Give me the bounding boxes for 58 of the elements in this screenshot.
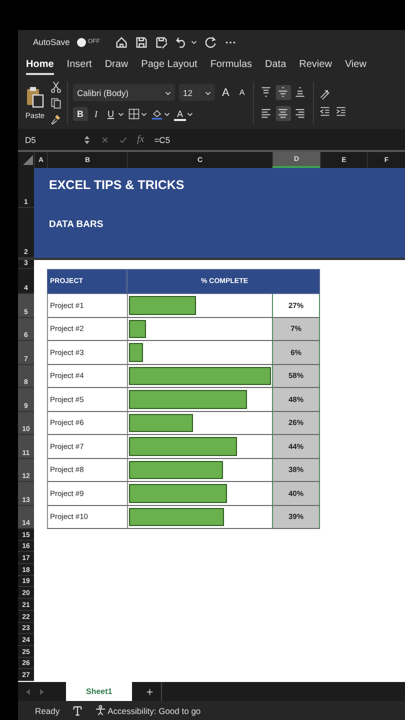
shrink-font-button[interactable]: A: [236, 87, 248, 98]
ribbon-tab[interactable]: Review: [299, 56, 332, 74]
align-lines-icon: [260, 107, 272, 119]
ribbon-tab[interactable]: Page Layout: [141, 56, 198, 74]
align-lines-icon: [294, 86, 306, 98]
text-orientation-icon[interactable]: [318, 88, 331, 100]
caret-icon: [165, 90, 171, 96]
align-lines-icon: [277, 86, 290, 98]
caret-icon: [205, 90, 211, 96]
font-name-dropdown[interactable]: Calibri (Body): [73, 84, 175, 101]
autosave-label: AutoSave: [33, 37, 70, 47]
decrease-indent-icon[interactable]: [318, 104, 331, 116]
formula-field[interactable]: =C5: [154, 134, 170, 144]
undo-icon[interactable]: [174, 36, 188, 48]
ribbon-tab[interactable]: Draw: [104, 56, 128, 74]
caret-icon[interactable]: [164, 111, 170, 117]
align-lines-icon: [260, 86, 272, 98]
sheet-subtitle: DATA BARS: [49, 219, 104, 230]
accessibility-status[interactable]: Accessibility: Good to go: [108, 706, 201, 716]
select-all-icon[interactable]: [23, 155, 33, 165]
redo-icon[interactable]: [204, 36, 217, 48]
fill-color-icon[interactable]: [151, 108, 163, 120]
ribbon-tab[interactable]: View: [344, 56, 366, 74]
grow-font-button[interactable]: A: [219, 86, 232, 100]
caret-icon[interactable]: [141, 111, 147, 117]
clipboard-icon: [25, 86, 45, 108]
bold-button[interactable]: B: [73, 107, 88, 121]
align-lines-icon: [277, 107, 290, 119]
caret-icon[interactable]: [118, 111, 124, 117]
increase-indent-icon[interactable]: [334, 104, 347, 116]
cancel-icon[interactable]: [101, 134, 109, 144]
sheet-title: EXCEL TIPS & TRICKS: [49, 178, 186, 192]
save-icon[interactable]: [134, 36, 148, 48]
scissors-icon[interactable]: [50, 80, 62, 92]
italic-button[interactable]: I: [92, 108, 100, 120]
stepper-icon[interactable]: [83, 134, 91, 144]
underline-button[interactable]: U: [104, 108, 117, 120]
copy-icon[interactable]: [50, 96, 62, 108]
align-lines-icon: [294, 107, 306, 119]
save-as-icon[interactable]: [154, 36, 168, 48]
status-text: Ready: [35, 706, 60, 716]
align-button[interactable]: [276, 106, 291, 120]
align-button[interactable]: [276, 84, 291, 100]
brush-icon[interactable]: [50, 112, 62, 124]
sheet-tab[interactable]: Sheet1: [66, 682, 132, 701]
ribbon-tab[interactable]: Formulas: [210, 56, 252, 74]
borders-icon[interactable]: [128, 108, 140, 120]
accessibility-icon[interactable]: [94, 705, 106, 716]
home-icon[interactable]: [114, 36, 128, 48]
check-icon[interactable]: [119, 134, 127, 144]
name-box[interactable]: D5: [25, 134, 73, 144]
font-size-dropdown[interactable]: 12: [179, 84, 215, 101]
caret-icon[interactable]: [190, 39, 197, 45]
ribbon-tab[interactable]: Data: [265, 56, 286, 74]
caret-icon[interactable]: [187, 111, 194, 117]
function-button[interactable]: fx: [137, 134, 144, 145]
ribbon-tab[interactable]: Insert: [66, 56, 92, 74]
font-color-button[interactable]: A: [174, 108, 186, 120]
